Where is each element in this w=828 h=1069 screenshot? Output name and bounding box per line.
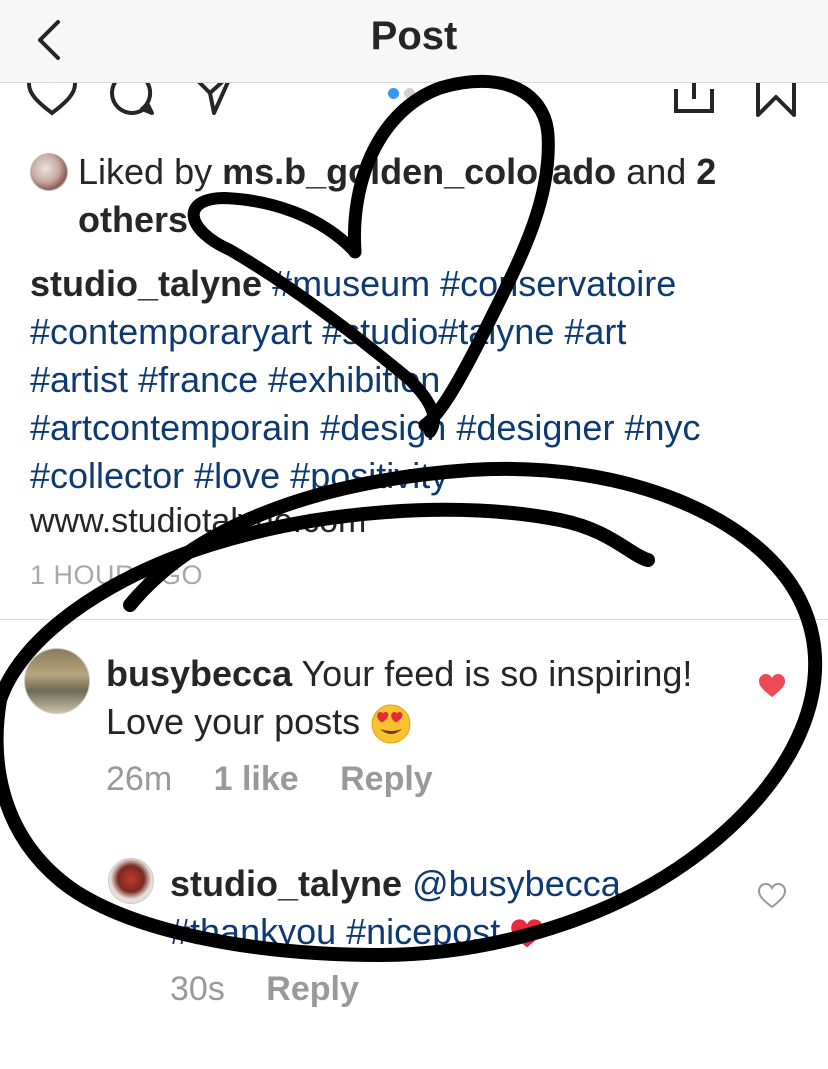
reply-mention[interactable]: @busybecca [412,863,621,904]
hashtag[interactable]: #positivity [290,455,448,496]
liker-username[interactable]: ms.b_golden_colorado [222,151,616,192]
carousel-dot-active [388,88,399,99]
share-icon[interactable] [192,83,236,117]
bookmark-icon[interactable] [754,83,798,119]
reply-avatar[interactable] [108,858,154,904]
heart-filled-icon[interactable] [758,673,786,699]
hashtag[interactable]: #contemporaryart [30,311,312,352]
hashtag[interactable]: #conservatoire [440,263,676,304]
hashtag[interactable]: #talyne [438,311,554,352]
commenter-avatar[interactable] [24,648,90,714]
heart-icon[interactable] [26,83,78,117]
top-navigation-bar: Post [0,0,828,83]
hashtag[interactable]: #art [564,311,626,352]
liked-by-line[interactable]: Liked by ms.b_golden_colorado and 2 othe… [30,148,810,244]
hashtag[interactable]: #exhibition [268,359,440,400]
heart-emoji-icon [511,919,544,948]
liked-by-joiner: and [626,151,687,192]
comment-age: 26m [106,760,173,798]
caption-username[interactable]: studio_talyne [30,263,262,304]
reply-age: 30s [170,970,225,1008]
divider [0,619,828,620]
caption-website-link[interactable]: www.studiotalyne.com [30,502,366,541]
post-timestamp: 1 HOUR AGO [30,560,204,590]
comment-meta: 26m 1 like Reply [106,760,465,799]
liked-by-prefix: Liked by [78,151,213,192]
post-caption: studio_talyne #museum #conservatoire #co… [30,260,820,500]
page-title: Post [370,14,458,58]
comment-username[interactable]: busybecca [106,653,292,694]
hashtag[interactable]: #designer [456,407,614,448]
reply-text: studio_talyne @busybecca #thankyou #nice… [170,860,730,956]
comment-text: busybecca Your feed is so inspiring! Lov… [106,650,746,746]
liker-avatar [30,153,68,191]
reply-meta: 30s Reply [170,970,391,1009]
hashtag[interactable]: #france [138,359,258,400]
comment-icon[interactable] [108,83,156,117]
carousel-indicator [388,86,420,104]
heart-outline-icon[interactable] [758,883,786,909]
upload-icon[interactable] [672,83,716,117]
reply-username[interactable]: studio_talyne [170,863,402,904]
hashtag[interactable]: #artist [30,359,128,400]
hashtag[interactable]: #nyc [624,407,700,448]
hashtag[interactable]: #collector [30,455,184,496]
reply-button[interactable]: Reply [340,760,433,798]
hashtag[interactable]: #design [320,407,446,448]
reply-body[interactable]: #thankyou #nicepost [170,911,500,952]
reply-button[interactable]: Reply [266,970,359,1008]
comment-like-count[interactable]: 1 like [214,760,299,798]
hashtag[interactable]: #artcontemporain [30,407,310,448]
carousel-dot [404,88,415,99]
heart-eyes-emoji-icon [371,704,411,744]
hashtag[interactable]: #studio [322,311,438,352]
hashtag[interactable]: #love [194,455,280,496]
hashtag[interactable]: #museum [272,263,430,304]
